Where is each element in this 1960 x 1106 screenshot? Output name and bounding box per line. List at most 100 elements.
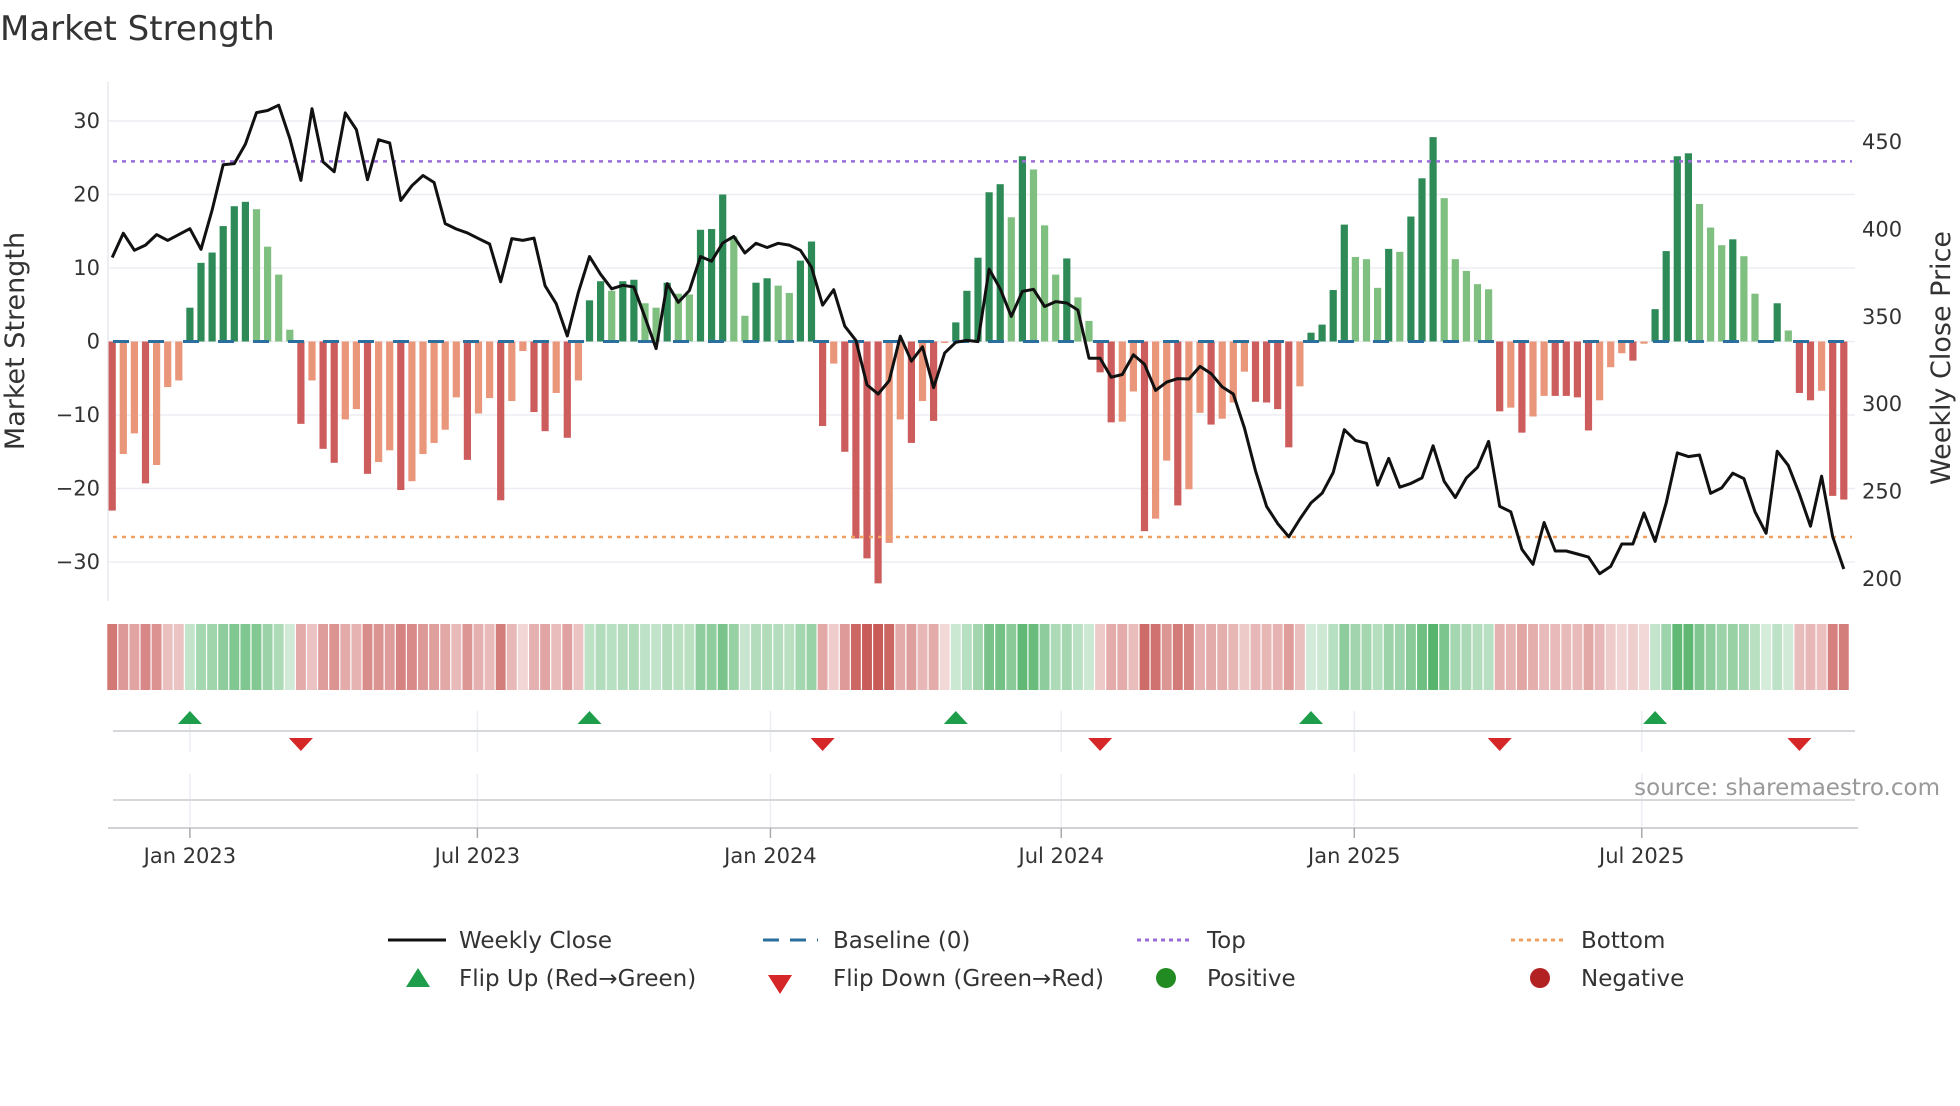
- heatmap-cell: [1383, 624, 1394, 690]
- heatmap-cell: [384, 624, 395, 690]
- strength-bar: [474, 341, 483, 414]
- strength-bar: [619, 281, 627, 342]
- strength-bar: [1429, 137, 1437, 342]
- heatmap-cell: [828, 624, 839, 690]
- heatmap-cell: [406, 624, 417, 690]
- legend-flip-down: Flip Down (Green→Red): [833, 966, 1104, 992]
- heatmap-cell: [318, 624, 329, 690]
- heatmap-cell: [1017, 624, 1028, 690]
- strength-bar: [752, 282, 760, 342]
- strength-bar: [985, 192, 993, 342]
- strength-bar: [1085, 320, 1093, 342]
- heatmap-cell: [1450, 624, 1461, 690]
- market-strength-chart: Market Strength 30 20 10 0 −10 −20 −30 450 400 35…: [0, 9, 1957, 994]
- heatmap-cell: [329, 624, 340, 690]
- heatmap-cell: [151, 624, 162, 690]
- flip-up-marker: [1299, 711, 1323, 724]
- strength-bar: [1485, 289, 1493, 342]
- heatmap-cell: [1738, 624, 1749, 690]
- strength-bar: [341, 341, 349, 420]
- heatmap-cell: [1294, 624, 1305, 690]
- heatmap-cell: [640, 624, 650, 690]
- strength-bar: [1673, 156, 1681, 342]
- heatmap-cell: [229, 624, 240, 690]
- heatmap-cell: [628, 624, 639, 690]
- heatmap-cell: [728, 624, 739, 690]
- y2-tick-label: 300: [1862, 392, 1902, 416]
- heatmap-cell: [1539, 624, 1550, 690]
- y-axis-title: Market Strength: [0, 232, 31, 450]
- strength-bar: [1818, 341, 1826, 391]
- y2-tick-label: 450: [1862, 130, 1902, 154]
- legend-negative: Negative: [1581, 966, 1684, 992]
- heatmap-cell: [551, 624, 562, 690]
- strength-bar: [1218, 341, 1226, 419]
- heatmap-cell: [140, 624, 151, 690]
- legend-flip-up-icon: [406, 968, 430, 987]
- heatmap-cell: [961, 624, 972, 690]
- strength-bar: [1640, 341, 1648, 344]
- weekly-close-line: [110, 103, 1846, 576]
- heatmap-cell: [1250, 624, 1261, 690]
- strength-bar: [1584, 341, 1593, 431]
- strength-bar: [708, 229, 716, 342]
- strength-bar: [330, 341, 338, 463]
- heatmap-cell: [395, 624, 406, 690]
- heatmap-cell: [839, 624, 850, 690]
- heatmap-cell: [284, 624, 295, 690]
- strength-bar: [852, 341, 860, 539]
- heatmap-cell: [1161, 624, 1172, 690]
- heatmap-cell: [606, 624, 617, 690]
- strength-bar: [1695, 204, 1704, 342]
- strength-bar: [1806, 341, 1815, 401]
- heatmap-cell: [1483, 624, 1494, 690]
- heatmap-cell: [1028, 624, 1039, 690]
- strength-bars: [108, 137, 1848, 584]
- flip-down-marker: [810, 738, 835, 751]
- y-tick-label: 30: [73, 109, 100, 133]
- strength-bar: [241, 201, 249, 342]
- strength-bar: [1773, 303, 1781, 342]
- heatmap-cell: [1206, 624, 1217, 690]
- heatmap-cell: [495, 624, 506, 690]
- legend-positive: Positive: [1207, 966, 1296, 992]
- strength-bar: [874, 341, 882, 584]
- strength-bar: [1496, 341, 1504, 412]
- heatmap-cell: [1095, 624, 1106, 690]
- heatmap-cell: [1239, 624, 1250, 690]
- heatmap-cell: [1672, 624, 1683, 690]
- strength-bar: [1518, 341, 1526, 433]
- strength-bar: [1196, 341, 1204, 413]
- strength-bar: [1840, 341, 1848, 500]
- heatmap-cell: [1339, 624, 1350, 690]
- legend-positive-icon: [1156, 968, 1176, 988]
- heatmap-cell: [817, 624, 828, 690]
- heatmap-cell: [795, 624, 806, 690]
- strength-bar: [896, 341, 904, 420]
- strength-bar: [286, 329, 294, 342]
- heatmap-cell: [573, 624, 584, 690]
- heatmap-cell: [451, 624, 462, 690]
- heatmap-cell: [1106, 624, 1117, 690]
- strength-bar: [153, 341, 161, 466]
- heatmap-cell: [1061, 624, 1072, 690]
- heatmap-cell: [617, 624, 628, 690]
- strength-bar: [1007, 217, 1015, 342]
- heatmap-cell: [684, 624, 695, 690]
- heatmap-cell: [506, 624, 517, 690]
- strength-bar: [219, 226, 227, 342]
- y-tick-label: 0: [87, 330, 100, 354]
- strength-bar: [1118, 341, 1126, 422]
- heatmap-cell: [1816, 624, 1827, 690]
- strength-bar: [141, 341, 150, 484]
- heatmap-cell: [1183, 624, 1194, 690]
- heatmap-cell: [1072, 624, 1083, 690]
- heatmap-cell: [1705, 624, 1716, 690]
- heatmap-cell: [651, 624, 662, 690]
- legend: Weekly Close Baseline (0) Top Bottom Fli…: [388, 928, 1684, 994]
- heatmap-cell: [462, 624, 473, 690]
- heatmap-cell: [1627, 624, 1638, 690]
- legend-weekly-close: Weekly Close: [459, 928, 612, 954]
- strength-bar: [397, 341, 405, 490]
- heatmap-cell: [973, 624, 983, 690]
